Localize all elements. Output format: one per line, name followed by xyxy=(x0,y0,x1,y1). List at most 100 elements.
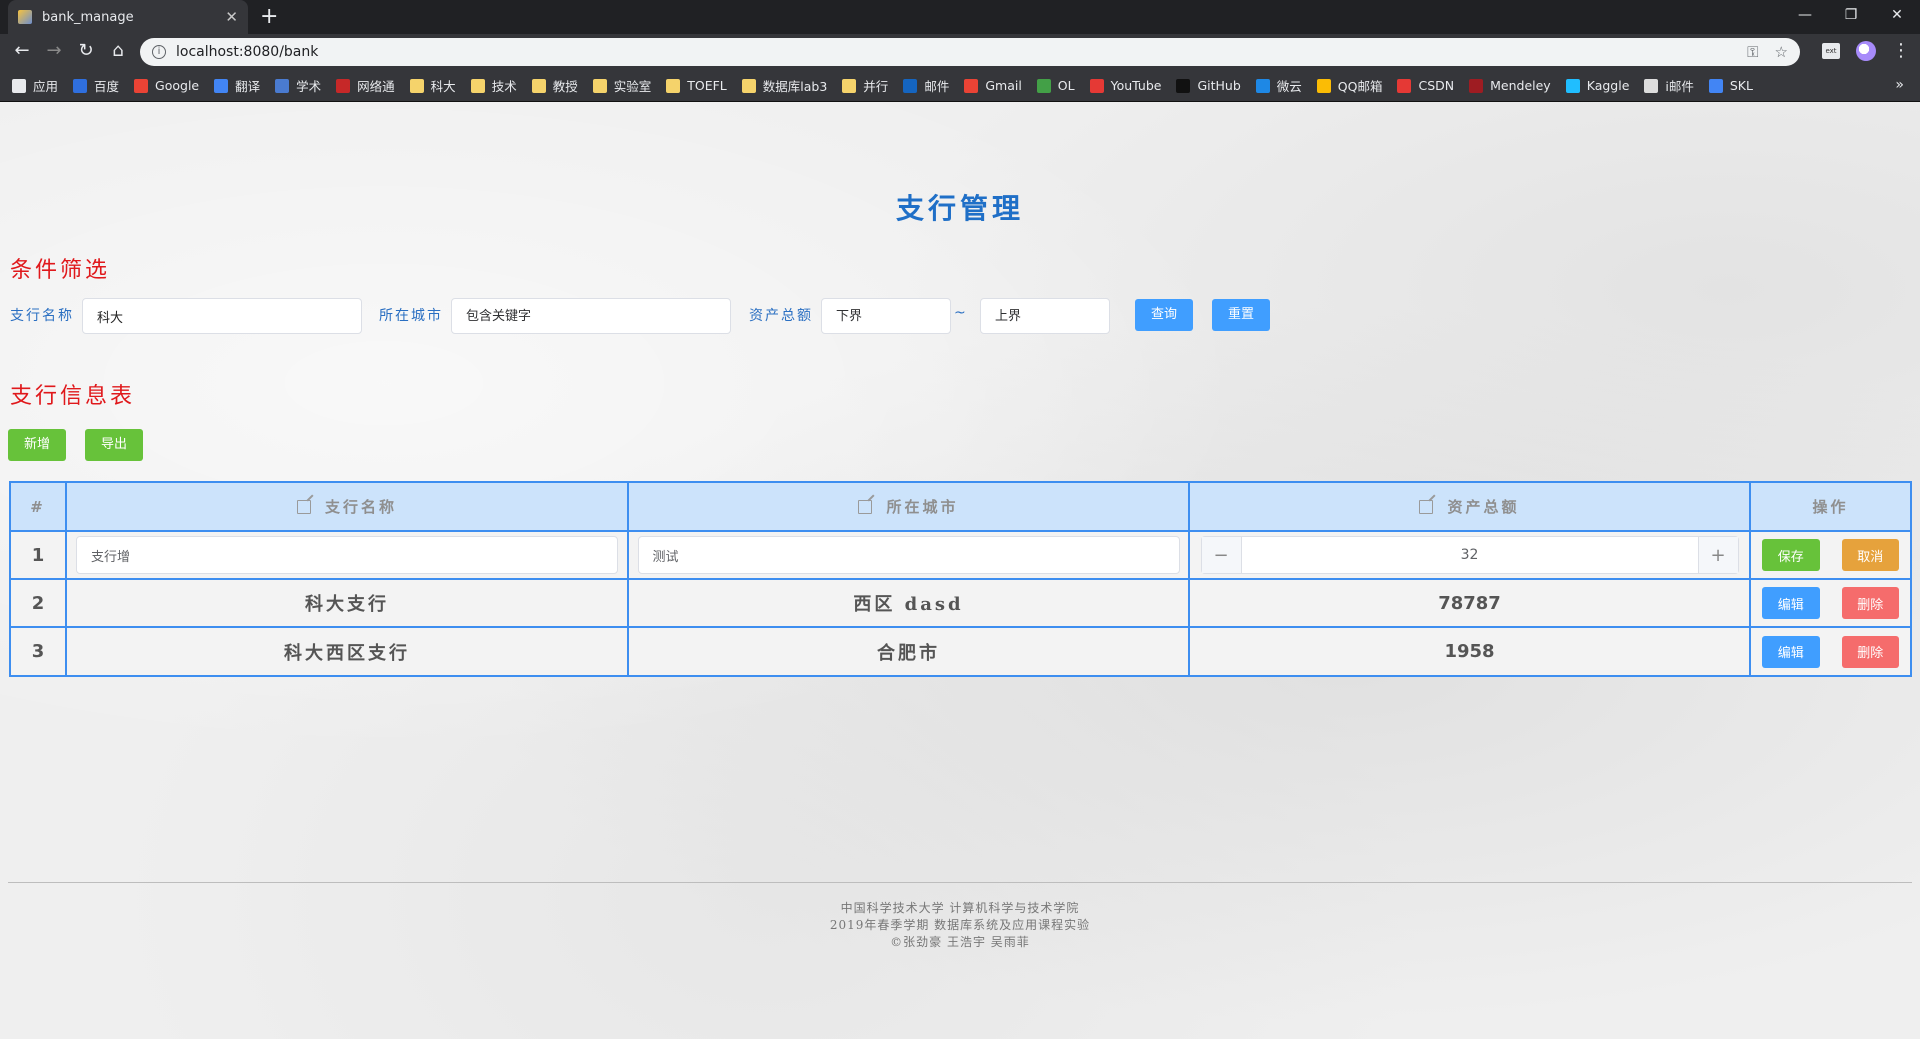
bookmark-item[interactable]: 邮件 xyxy=(903,76,949,95)
branch-name-input[interactable] xyxy=(82,298,362,334)
bookmark-icon xyxy=(73,78,88,93)
edit-name-input[interactable] xyxy=(76,536,618,574)
bookmark-item[interactable]: YouTube xyxy=(1089,78,1162,93)
footer-line-3: ©张劲豪 王浩宇 吴雨菲 xyxy=(890,935,1030,949)
bookmark-star-icon[interactable]: ☆ xyxy=(1775,43,1788,61)
reload-icon[interactable]: ↻ xyxy=(74,40,98,61)
table-section-title: 支行信息表 xyxy=(10,384,136,409)
bookmark-item[interactable]: 微云 xyxy=(1255,76,1302,95)
bookmark-item[interactable]: 并行 xyxy=(842,76,888,95)
browser-tab[interactable]: bank_manage ✕ xyxy=(8,0,248,34)
more-bookmarks-icon[interactable]: » xyxy=(1895,77,1904,93)
header-assets[interactable]: 资产总额 xyxy=(1190,483,1751,530)
tab-favicon-icon xyxy=(18,10,32,24)
key-icon[interactable]: ⚿ xyxy=(1747,43,1758,61)
restore-icon[interactable]: ❐ xyxy=(1828,0,1874,30)
extension-icon[interactable]: ext xyxy=(1822,42,1840,59)
increment-button[interactable]: + xyxy=(1697,537,1738,573)
bookmark-label: 百度 xyxy=(94,79,120,94)
query-button[interactable]: 查询 xyxy=(1135,299,1193,331)
bookmark-icon xyxy=(1176,78,1191,93)
footer-line-2: 2019年春季学期 数据库系统及应用课程实验 xyxy=(829,918,1091,932)
bookmark-label: CSDN xyxy=(1418,78,1455,93)
bookmark-label: QQ邮箱 xyxy=(1337,79,1383,94)
filter-section-title: 条件筛选 xyxy=(10,258,111,283)
bookmark-item[interactable]: Gmail xyxy=(964,78,1022,93)
branch-name-cell: 科大西区支行 xyxy=(67,628,629,675)
header-branch-name[interactable]: 支行名称 xyxy=(67,483,629,530)
edit-city-input[interactable] xyxy=(637,536,1180,574)
bookmark-icon xyxy=(903,78,918,93)
bookmark-icon xyxy=(592,78,607,93)
add-button[interactable]: 新增 xyxy=(8,429,66,461)
footer: 中国科学技术大学 计算机科学与技术学院 2019年春季学期 数据库系统及应用课程… xyxy=(0,900,1920,951)
bookmark-label: 网络通 xyxy=(357,79,395,94)
bookmark-item[interactable]: 应用 xyxy=(12,76,58,95)
header-assets-label: 资产总额 xyxy=(1447,498,1520,516)
edit-button[interactable]: 编辑 xyxy=(1762,635,1820,668)
export-button[interactable]: 导出 xyxy=(85,429,143,461)
close-tab-icon[interactable]: ✕ xyxy=(225,8,238,26)
bookmark-item[interactable]: 技术 xyxy=(470,76,517,95)
url-input[interactable] xyxy=(176,44,1732,60)
bookmark-item[interactable]: i邮件 xyxy=(1644,76,1694,95)
forward-icon[interactable]: → xyxy=(42,40,66,61)
reset-button[interactable]: 重置 xyxy=(1212,299,1270,331)
asset-lower-input[interactable] xyxy=(821,298,951,334)
assets-cell: 78787 xyxy=(1190,580,1751,626)
close-window-icon[interactable]: ✕ xyxy=(1874,0,1920,30)
delete-button[interactable]: 删除 xyxy=(1841,587,1899,619)
bookmark-item[interactable]: TOEFL xyxy=(666,78,727,93)
edit-icon xyxy=(1419,499,1434,514)
bookmark-item[interactable]: Google xyxy=(134,78,199,93)
range-separator: ~ xyxy=(954,305,966,321)
delete-button[interactable]: 删除 xyxy=(1841,635,1899,668)
bookmark-item[interactable]: 数据库lab3 xyxy=(741,76,827,95)
site-info-icon[interactable]: i xyxy=(152,45,166,59)
bookmark-label: 应用 xyxy=(33,79,59,94)
browser-menu-icon[interactable]: ⋮ xyxy=(1892,40,1910,61)
bookmark-icon xyxy=(1089,78,1104,93)
bookmark-item[interactable]: GitHub xyxy=(1176,78,1241,93)
bookmark-label: YouTube xyxy=(1110,78,1162,93)
browser-tab-bar: bank_manage ✕ + — ❐ ✕ xyxy=(0,0,1920,34)
bookmark-item[interactable]: QQ邮箱 xyxy=(1316,76,1383,95)
new-tab-icon[interactable]: + xyxy=(260,4,278,29)
bookmark-label: OL xyxy=(1057,78,1075,93)
branch-table: # 支行名称 所在城市 资产总额 操作 1 支行增 测试 − 32 + 保存 取… xyxy=(9,481,1912,677)
minimize-icon[interactable]: — xyxy=(1782,0,1828,30)
asset-upper-input[interactable] xyxy=(980,298,1110,334)
bookmark-item[interactable]: 翻译 xyxy=(214,76,260,95)
header-ops: 操作 xyxy=(1812,498,1849,516)
bookmark-item[interactable]: 科大 xyxy=(409,76,456,95)
footer-divider xyxy=(8,882,1912,883)
bookmark-item[interactable]: 百度 xyxy=(73,76,119,95)
profile-avatar[interactable] xyxy=(1856,40,1876,61)
bookmark-label: 并行 xyxy=(863,79,889,94)
bookmark-item[interactable]: 教授 xyxy=(531,76,578,95)
city-input[interactable] xyxy=(451,298,731,334)
bookmarks-bar: 应用 百度 Google 翻译 学术 网络通 科大 技术 教授 实验室 TOEFL 数据库lab3 并行… xyxy=(0,70,1920,102)
home-icon[interactable]: ⌂ xyxy=(106,40,130,61)
bookmark-item[interactable]: 实验室 xyxy=(592,76,651,95)
bookmark-label: 翻译 xyxy=(235,79,261,94)
bookmark-label: TOEFL xyxy=(687,78,727,93)
header-city[interactable]: 所在城市 xyxy=(629,483,1190,530)
save-button[interactable]: 保存 xyxy=(1762,539,1820,571)
edit-button[interactable]: 编辑 xyxy=(1762,587,1820,619)
decrement-button[interactable]: − xyxy=(1201,537,1242,573)
bookmark-item[interactable]: CSDN xyxy=(1397,78,1454,93)
back-icon[interactable]: ← xyxy=(10,40,34,61)
bookmark-item[interactable]: SKL xyxy=(1708,78,1753,93)
assets-stepper[interactable]: − + xyxy=(1200,536,1739,574)
bookmark-item[interactable]: 网络通 xyxy=(336,76,395,95)
cancel-button[interactable]: 取消 xyxy=(1841,539,1899,571)
city-cell: 西区 dasd xyxy=(629,580,1190,626)
bookmark-item[interactable]: Mendeley xyxy=(1469,78,1551,93)
bookmark-item[interactable]: Kaggle xyxy=(1565,78,1629,93)
bookmark-item[interactable]: 学术 xyxy=(275,76,321,95)
edit-assets-input[interactable] xyxy=(1241,537,1698,573)
address-bar[interactable]: i ⚿ ☆ xyxy=(140,38,1800,66)
branch-name-cell: 科大支行 xyxy=(67,580,629,626)
bookmark-item[interactable]: OL xyxy=(1036,78,1075,93)
